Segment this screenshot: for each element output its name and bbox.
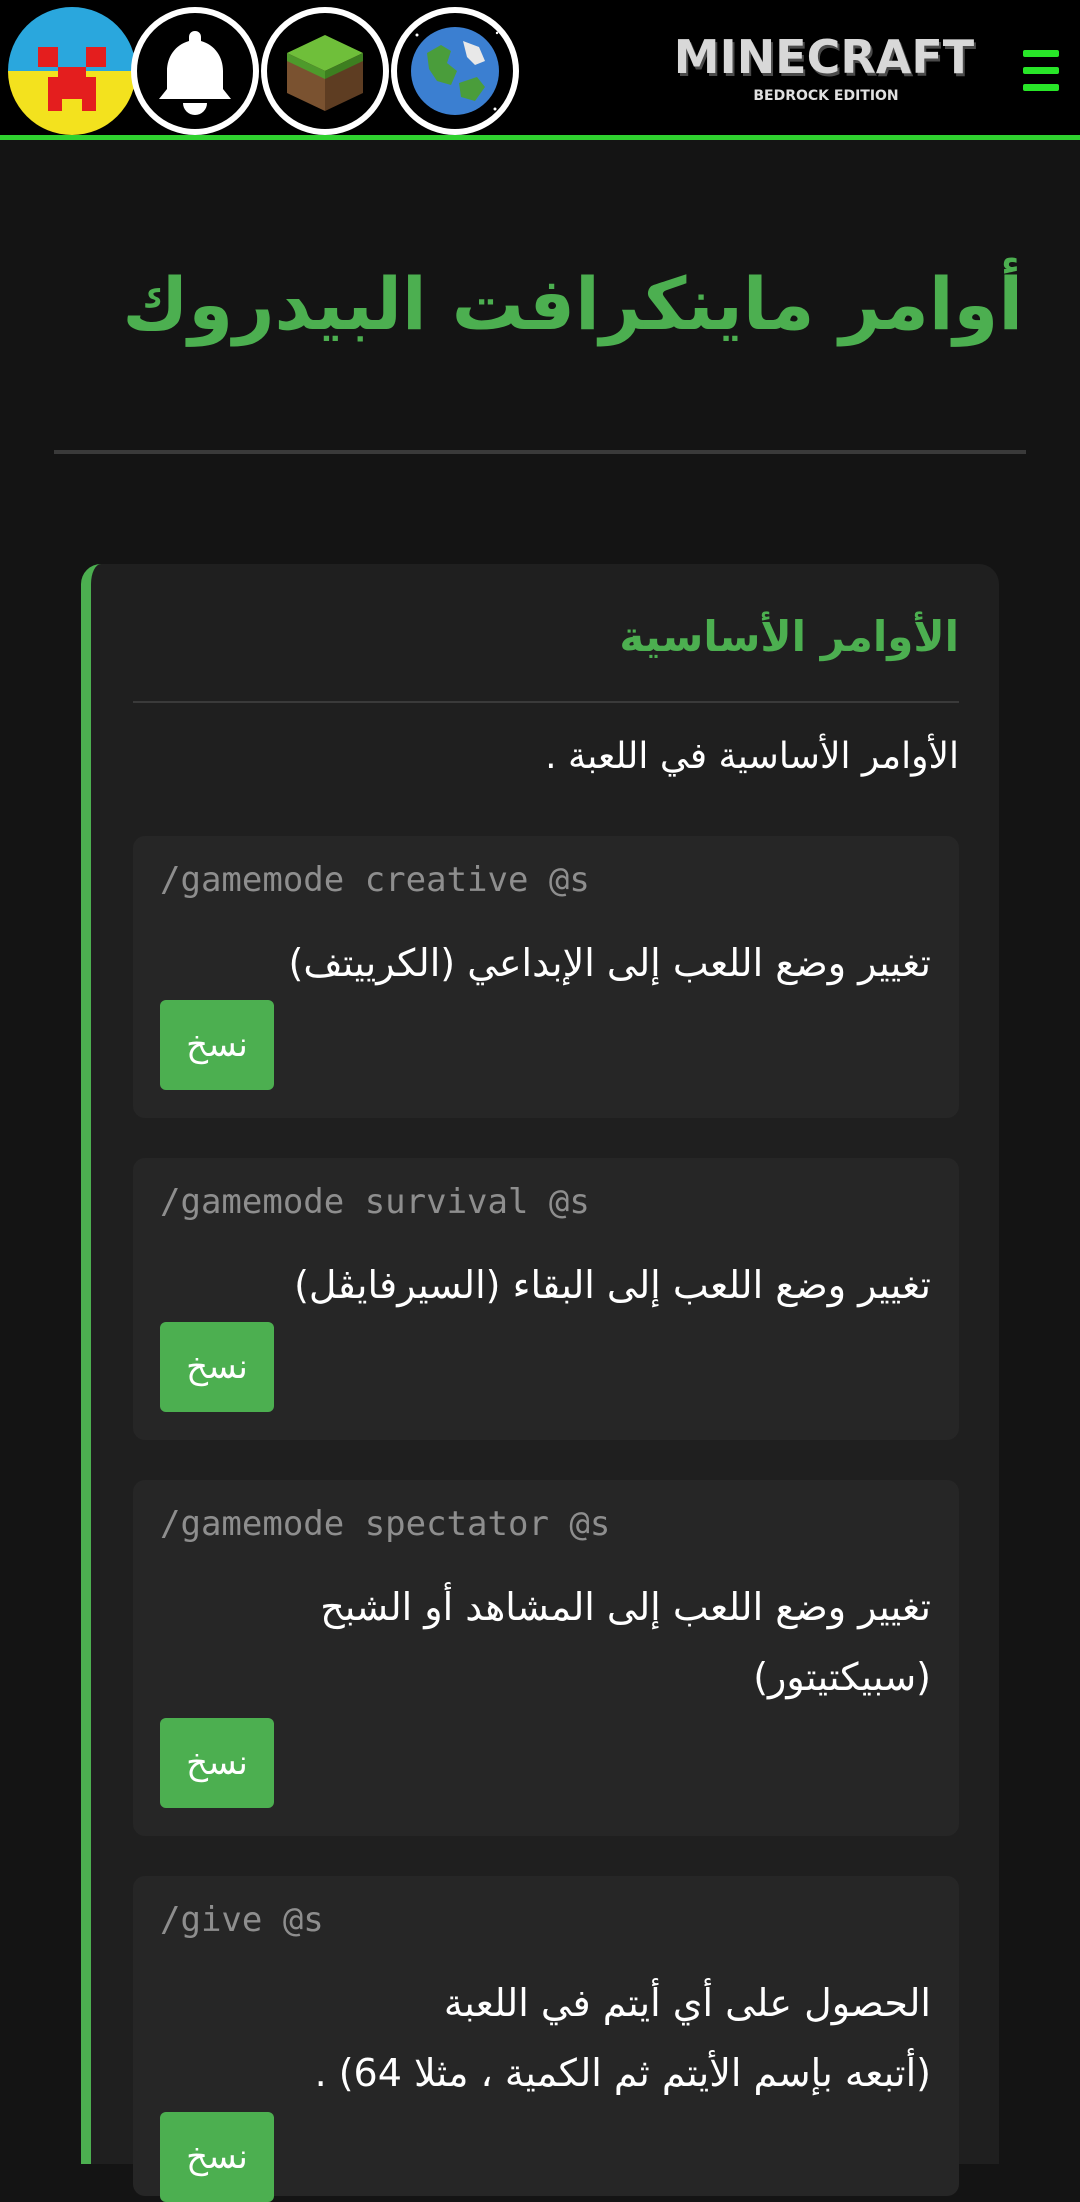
- copy-button[interactable]: نسخ: [160, 1718, 274, 1808]
- command-card: /gamemode spectator @s تغيير وضع اللعب إ…: [133, 1480, 959, 1836]
- copy-button[interactable]: نسخ: [160, 2112, 274, 2202]
- command-card: /gamemode survival @s تغيير وضع اللعب إل…: [133, 1158, 959, 1440]
- command-description-line: (أتبعه بإسم الأيتم ثم الكمية ، مثلا 64) …: [314, 2051, 931, 2095]
- page-title: أوامر ماينكرافت البيدروك: [122, 262, 1023, 346]
- svg-text:MINECRAFT: MINECRAFT: [674, 38, 975, 84]
- command-description-line: الحصول على أي أيتم في اللعبة: [443, 1981, 931, 2025]
- top-navbar: MINECRAFT MINECRAFT BEDROCK EDITION: [0, 0, 1080, 140]
- title-divider: [54, 450, 1026, 454]
- section-description: الأوامر الأساسية في اللعبة .: [545, 736, 959, 777]
- command-card: /gamemode creative @s تغيير وضع اللعب إل…: [133, 836, 959, 1118]
- grass-block-icon[interactable]: [261, 7, 389, 135]
- command-description: تغيير وضع اللعب إلى البقاء (السيرفايڤل): [294, 1263, 931, 1307]
- copy-button[interactable]: نسخ: [160, 1000, 274, 1090]
- command-code: /give @s: [160, 1900, 324, 1940]
- command-card: /give @s الحصول على أي أيتم في اللعبة (أ…: [133, 1876, 959, 2202]
- creeper-icon[interactable]: [8, 7, 136, 135]
- copy-button[interactable]: نسخ: [160, 1322, 274, 1412]
- command-description: الحصول على أي أيتم في اللعبة (أتبعه بإسم…: [171, 1968, 931, 2108]
- command-code: /gamemode creative @s: [160, 860, 590, 900]
- commands-section: الأوامر الأساسية الأوامر الأساسية في الل…: [81, 564, 999, 2202]
- section-divider: [133, 701, 959, 703]
- section-title: الأوامر الأساسية: [619, 612, 959, 661]
- command-code: /gamemode survival @s: [160, 1182, 590, 1222]
- earth-icon[interactable]: [391, 7, 519, 135]
- command-description: تغيير وضع اللعب إلى المشاهد أو الشبح (سب…: [320, 1585, 931, 1699]
- minecraft-logo[interactable]: MINECRAFT MINECRAFT BEDROCK EDITION: [650, 30, 1002, 104]
- command-description: تغيير وضع اللعب إلى الإبداعي (الكرييتف): [288, 941, 931, 985]
- hamburger-menu-icon[interactable]: [1023, 50, 1059, 96]
- svg-text:BEDROCK EDITION: BEDROCK EDITION: [753, 88, 898, 104]
- bell-icon[interactable]: [131, 7, 259, 135]
- command-code: /gamemode spectator @s: [160, 1504, 611, 1544]
